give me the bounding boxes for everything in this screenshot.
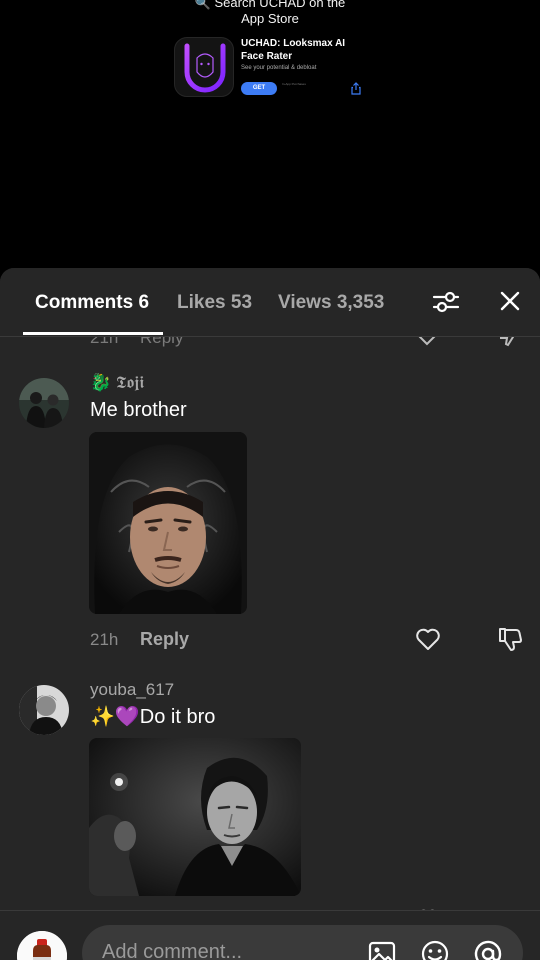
ad-search-text-2: App Store: [241, 11, 299, 26]
tab-likes[interactable]: Likes 53: [177, 291, 252, 315]
close-icon[interactable]: [498, 289, 522, 313]
avatar[interactable]: [19, 378, 69, 428]
app-subtitle: See your potential & debloat: [241, 65, 317, 71]
tab-views-count: 3,353: [336, 292, 385, 313]
tab-bar: Comments 6 Likes 53 Views 3,353: [0, 268, 540, 337]
comment-input[interactable]: Add comment...: [82, 925, 523, 960]
tab-comments-label: Comments: [35, 292, 134, 313]
comments-sheet: 21h Reply Comments 6 Likes 53 Views 3,35…: [0, 268, 540, 960]
mention-icon[interactable]: [473, 939, 503, 960]
tab-divider: [0, 336, 540, 337]
tab-views[interactable]: Views 3,353: [278, 291, 384, 315]
comment-input-placeholder: Add comment...: [102, 941, 243, 960]
comment-photo[interactable]: [89, 738, 301, 896]
tab-likes-count: 53: [230, 292, 253, 313]
avatar[interactable]: [19, 685, 69, 735]
share-icon[interactable]: [350, 82, 362, 95]
filter-settings-icon[interactable]: [432, 288, 460, 316]
comment-time: 21h: [90, 630, 119, 649]
comment-input-bar: Add comment...: [0, 910, 540, 960]
tab-comments[interactable]: Comments 6: [35, 291, 149, 315]
dislike-icon[interactable]: [497, 626, 523, 652]
comment-username[interactable]: youba_617: [90, 680, 174, 700]
comment-text: Me brother: [90, 399, 187, 421]
emoji-icon[interactable]: [420, 939, 450, 960]
app-title-2: Face Rater: [241, 51, 293, 62]
active-tab-indicator: [23, 332, 163, 335]
comment-text: ✨💜Do it bro: [90, 706, 216, 728]
app-title: UCHAD: Looksmax AI: [241, 38, 346, 49]
comment-photo[interactable]: [89, 432, 247, 614]
app-logo-icon: [174, 37, 234, 97]
reply-button[interactable]: Reply: [140, 629, 189, 650]
tab-comments-count: 6: [138, 292, 150, 313]
comment-username[interactable]: 🐉 𝕿𝖔𝖏𝖎: [90, 373, 144, 393]
ad-search-text: 🔍 Search UCHAD on the: [194, 0, 346, 10]
get-button[interactable]: GET: [241, 82, 277, 95]
my-avatar[interactable]: [17, 931, 67, 960]
video-background[interactable]: 🔍 Search UCHAD on the App Store UCHAD: L…: [0, 0, 540, 270]
app-meta: In-App Purchases: [282, 82, 306, 86]
tab-likes-label: Likes: [177, 292, 226, 313]
like-heart-icon[interactable]: [415, 627, 441, 651]
image-icon[interactable]: [367, 939, 397, 960]
tab-views-label: Views: [278, 292, 332, 313]
